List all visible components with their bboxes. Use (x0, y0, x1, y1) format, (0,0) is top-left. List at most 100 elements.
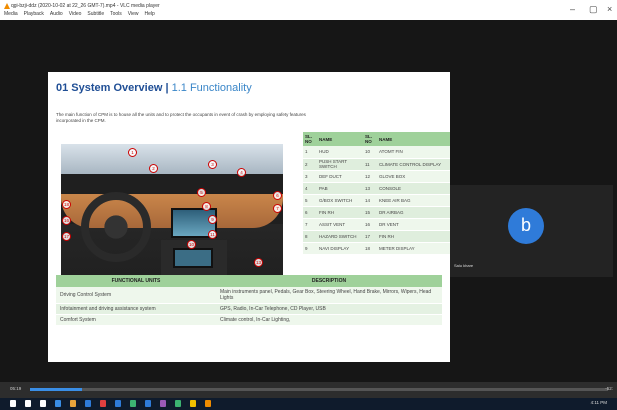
table-row: Driving Control System Main instruments p… (56, 287, 442, 304)
callout-8: 8 (202, 202, 211, 211)
presentation-slide: 01 System Overview | 1.1 Functionality T… (48, 72, 450, 362)
climate-display (173, 248, 213, 268)
cell-sl-no: 5 (303, 194, 317, 207)
col-header-name: NAME (377, 132, 450, 146)
cell-sl-no: 7 (303, 218, 317, 231)
cell-sl-no: 12 (363, 170, 377, 183)
callout-16: 16 (62, 216, 71, 225)
mail-icon[interactable] (115, 400, 121, 407)
cell-sl-no: 18 (363, 242, 377, 255)
cell-name: DR VENT (377, 218, 450, 231)
callout-18: 18 (62, 200, 71, 209)
cell-name: G/BOX SWITCH (317, 194, 363, 207)
table-row: 7 ASSIT VENT 16 DR VENT (303, 218, 450, 231)
component-table: SL. NO NAME SL. NO NAME 1 HUD 10 ATOMT FIN … (303, 132, 450, 255)
table-row: 4 PAB 13 CONSOLE (303, 182, 450, 195)
functional-table-header: FUNCTIONAL UNITS DESCRIPTION (56, 275, 442, 287)
cell-name: DEF DUCT (317, 170, 363, 183)
close-button[interactable]: × (607, 4, 612, 14)
callout-11: 11 (208, 230, 217, 239)
menu-playback[interactable]: Playback (24, 11, 44, 17)
table-row: Comfort System Climate control, In-Car Li… (56, 314, 442, 326)
remaining-time: -52: (605, 386, 613, 391)
vlc-icon[interactable] (205, 400, 211, 407)
cell-description: Main instruments panel, Pedals, Gear Box… (216, 287, 442, 304)
callout-3: 3 (208, 160, 217, 169)
callout-6: 6 (273, 191, 282, 200)
menu-media[interactable]: Media (4, 11, 18, 17)
participant-tile: b Salu khare (450, 185, 613, 277)
steering-wheel (81, 192, 151, 262)
folder-icon[interactable] (70, 400, 76, 407)
window-title: qgi-bzji-ddz (2020-10-02 at 22_26 GMT-7)… (11, 3, 160, 9)
cell-sl-no: 6 (303, 206, 317, 219)
chrome-icon[interactable] (100, 400, 106, 407)
callout-2: 2 (149, 164, 158, 173)
table-row: 6 FIN RH 15 DR AIRBAG (303, 206, 450, 219)
cell-sl-no: 1 (303, 146, 317, 159)
store-icon[interactable] (130, 400, 136, 407)
cell-name: PAB (317, 182, 363, 195)
menu-tools[interactable]: Tools (110, 11, 122, 17)
col-header-name: NAME (317, 132, 363, 146)
word-icon[interactable] (145, 400, 151, 407)
cell-name: CLIMATE CONTROL DISPLAY (377, 158, 450, 171)
cell-functional-unit: Comfort System (56, 314, 216, 326)
cell-name: FIN RH (377, 230, 450, 243)
windshield (61, 144, 283, 174)
cell-name: GLOVE BOX (377, 170, 450, 183)
cell-name: NAVI DISPLAY (317, 242, 363, 255)
menu-help[interactable]: Help (145, 11, 155, 17)
minimize-button[interactable]: – (570, 4, 575, 14)
maximize-button[interactable]: ▢ (589, 4, 598, 15)
callout-9: 9 (208, 215, 217, 224)
slide-title: 01 System Overview | 1.1 Functionality (56, 82, 252, 94)
cell-sl-no: 4 (303, 182, 317, 195)
clock[interactable]: 4:11 PM (591, 400, 607, 405)
menu-view[interactable]: View (128, 11, 139, 17)
cell-name: PUSH START SWITCH (317, 158, 363, 171)
task-view-icon[interactable] (40, 400, 46, 407)
slide-intro: The main function of CPM is to house all… (56, 112, 306, 123)
cell-name: FIN RH (317, 206, 363, 219)
cell-description: GPS, Radio, In-Car Telephone, CD Player,… (216, 303, 442, 315)
menu-bar: Media Playback Audio Video Subtitle Tool… (4, 11, 155, 17)
cell-name: DR AIRBAG (377, 206, 450, 219)
slide-title-sub: 1.1 Functionality (171, 82, 252, 94)
cell-sl-no: 11 (363, 158, 377, 171)
cell-sl-no: 16 (363, 218, 377, 231)
menu-video[interactable]: Video (69, 11, 82, 17)
cell-name: KNEE AIR BAG (377, 194, 450, 207)
table-row: 2 PUSH START SWITCH 11 CLIMATE CONTROL DISP… (303, 158, 450, 171)
title-bar: qgi-bzji-ddz (2020-10-02 at 22_26 GMT-7)… (0, 0, 617, 20)
vlc-cone-icon (4, 3, 10, 9)
cell-name: HAZARD SWITCH (317, 230, 363, 243)
player-controls: 05:19 -52: (0, 382, 617, 398)
windows-start-icon[interactable] (10, 400, 16, 407)
teams-icon[interactable] (160, 400, 166, 407)
sticky-notes-icon[interactable] (190, 400, 196, 407)
col-header-functional-units: FUNCTIONAL UNITS (56, 275, 216, 287)
menu-audio[interactable]: Audio (50, 11, 63, 17)
callout-5: 5 (197, 188, 206, 197)
edge-icon[interactable] (85, 400, 91, 407)
cell-sl-no: 13 (363, 182, 377, 195)
col-header-sl-no: SL. NO (363, 132, 377, 146)
table-row: 8 HAZARD SWITCH 17 FIN RH (303, 230, 450, 243)
cell-sl-no: 8 (303, 230, 317, 243)
cell-sl-no: 9 (303, 242, 317, 255)
component-table-header: SL. NO NAME SL. NO NAME (303, 132, 450, 146)
excel-icon[interactable] (175, 400, 181, 407)
cell-name: ATOMT FIN (377, 146, 450, 159)
cell-name: ASSIT VENT (317, 218, 363, 231)
video-area[interactable]: 01 System Overview | 1.1 Functionality T… (0, 20, 617, 382)
taskbar: 4:11 PM (0, 398, 617, 410)
search-icon[interactable] (25, 400, 31, 407)
callout-13: 13 (254, 258, 263, 267)
system-tray: 4:11 PM (591, 400, 607, 405)
file-explorer-icon[interactable] (55, 400, 61, 407)
menu-subtitle[interactable]: Subtitle (87, 11, 104, 17)
elapsed-time: 05:19 (10, 386, 22, 391)
seek-bar[interactable] (30, 388, 608, 391)
cell-name: HUD (317, 146, 363, 159)
